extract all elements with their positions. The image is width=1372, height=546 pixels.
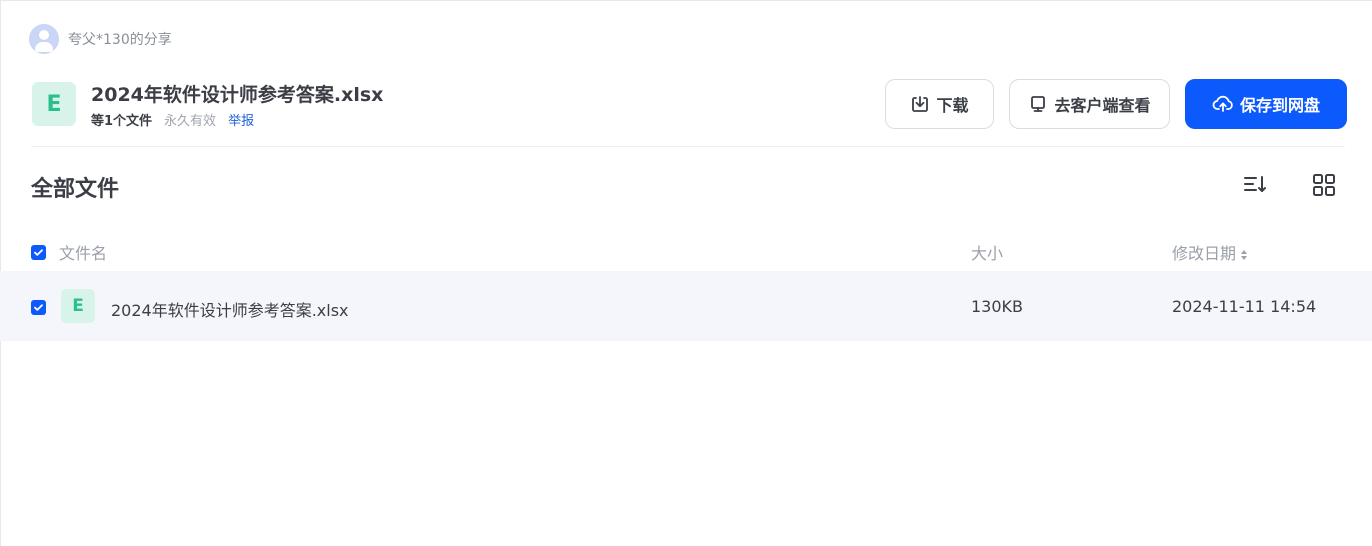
section-title: 全部文件: [31, 177, 120, 202]
report-link[interactable]: 举报: [228, 110, 254, 129]
sharer-name: 夸父*130的分享: [68, 32, 172, 48]
download-icon: [912, 96, 929, 112]
column-header-size[interactable]: 大小: [971, 240, 1003, 264]
excel-file-icon: E: [61, 289, 95, 323]
row-file-size: 130KB: [971, 297, 1024, 316]
file-badge-letter: E: [46, 91, 62, 117]
grid-view-icon[interactable]: [1311, 172, 1337, 198]
sort-icon[interactable]: [1242, 172, 1268, 198]
sort-arrows-icon[interactable]: [1240, 249, 1248, 261]
excel-file-icon: E: [32, 82, 76, 126]
checkbox-checked-icon: [34, 304, 43, 311]
checkbox-checked-icon: [34, 249, 43, 256]
user-avatar-icon[interactable]: [29, 24, 59, 54]
download-label: 下载: [936, 96, 969, 115]
download-button[interactable]: 下载: [885, 79, 994, 129]
share-meta: 等1个文件 永久有效 举报: [91, 110, 254, 129]
open-in-client-label: 去客户端查看: [1054, 96, 1151, 115]
open-in-client-button[interactable]: 去客户端查看: [1009, 79, 1170, 129]
save-to-drive-button[interactable]: 保存到网盘: [1185, 79, 1347, 129]
sharer-info: 夸父*130的分享: [29, 24, 172, 54]
row-file-date: 2024-11-11 14:54: [1172, 297, 1317, 316]
cloud-upload-icon: [1212, 95, 1233, 112]
header-divider: [31, 146, 1345, 147]
row-checkbox[interactable]: [31, 300, 46, 315]
column-header-date[interactable]: 修改日期: [1172, 240, 1248, 264]
save-to-drive-label: 保存到网盘: [1239, 96, 1320, 115]
share-title: 2024年软件设计师参考答案.xlsx: [91, 84, 384, 106]
file-count: 等1个文件: [91, 114, 153, 129]
monitor-icon: [1031, 96, 1046, 112]
table-header: 文件名 大小 修改日期: [0, 232, 1372, 270]
validity-label: 永久有效: [164, 114, 217, 129]
column-header-date-label: 修改日期: [1172, 244, 1237, 263]
row-file-name[interactable]: 2024年软件设计师参考答案.xlsx: [111, 297, 349, 321]
table-row[interactable]: E 2024年软件设计师参考答案.xlsx 130KB 2024-11-11 1…: [0, 271, 1372, 341]
row-badge-letter: E: [72, 296, 84, 316]
column-header-name[interactable]: 文件名: [59, 240, 107, 264]
select-all-checkbox[interactable]: [31, 245, 46, 260]
